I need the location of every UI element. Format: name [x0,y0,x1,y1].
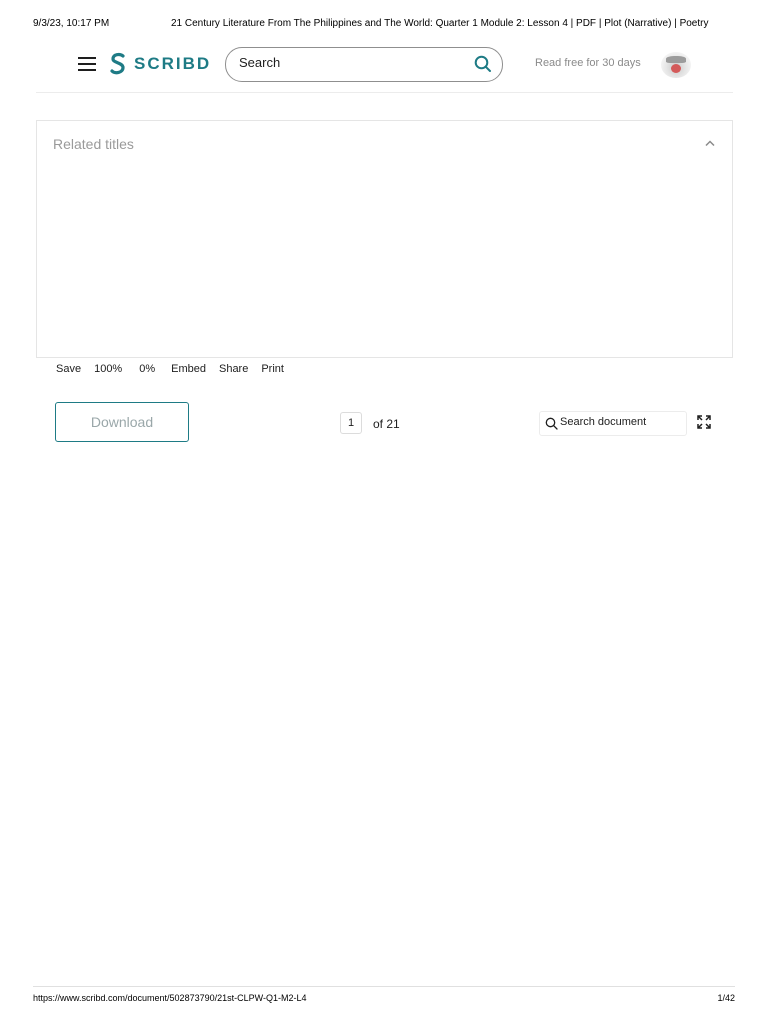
site-header: SCRIBD Read free for 30 days [36,40,733,93]
related-titles-panel: Related titles [36,120,733,358]
scribd-logo-icon [110,52,125,75]
chevron-up-icon[interactable] [704,139,716,147]
embed-button[interactable]: Embed [171,363,206,375]
document-search-box[interactable] [539,411,687,436]
print-datetime: 9/3/23, 10:17 PM [33,18,110,29]
avatar[interactable] [661,52,691,78]
search-icon [545,417,558,430]
document-search-input[interactable] [560,416,680,428]
logo-wordmark: SCRIBD [134,54,212,73]
print-url: https://www.scribd.com/document/50287379… [33,993,307,1003]
scribd-logo[interactable]: SCRIBD [109,51,211,77]
zoom-level[interactable]: 100% [94,363,122,375]
share-button[interactable]: Share [219,363,248,375]
page-total: of 21 [373,417,400,431]
page-number-input[interactable] [340,412,362,434]
read-free-link[interactable]: Read free for 30 days [535,57,641,69]
save-button[interactable]: Save [56,363,81,375]
print-page-title: 21 Century Literature From The Philippin… [171,18,709,29]
rating-percent[interactable]: 0% [139,363,155,375]
search-icon[interactable] [474,55,492,73]
document-toolbar: Save 100% 0% Embed Share Print [56,363,284,375]
hamburger-menu-icon[interactable] [78,57,96,71]
search-box[interactable] [225,47,503,82]
print-page-number: 1/42 [717,993,735,1003]
print-button[interactable]: Print [261,363,284,375]
fullscreen-icon[interactable] [696,414,712,430]
related-titles-heading: Related titles [53,136,134,152]
footer-divider [33,986,735,987]
download-button[interactable]: Download [55,402,189,442]
search-input[interactable] [239,55,449,70]
